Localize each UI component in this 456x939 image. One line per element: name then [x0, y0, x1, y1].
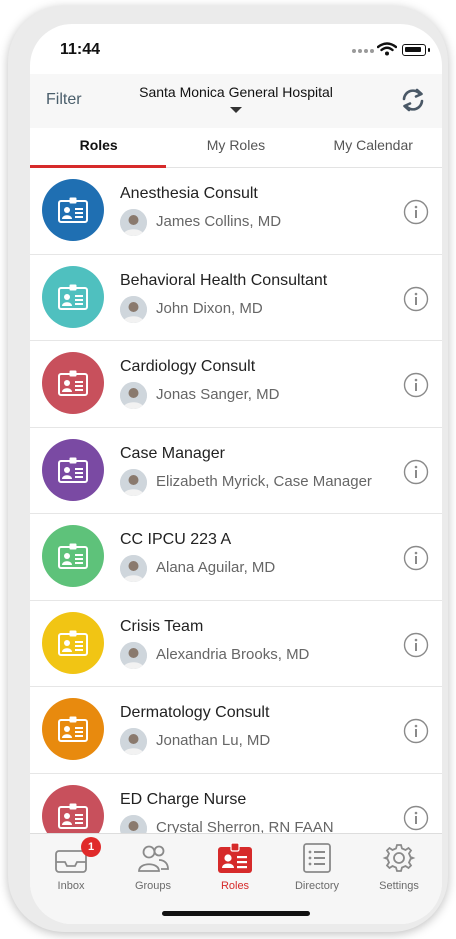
- assignee-name: James Collins, MD: [156, 213, 282, 230]
- inbox-badge: 1: [81, 837, 101, 857]
- role-list-item[interactable]: Anesthesia Consult James Collins, MD: [30, 168, 442, 255]
- role-name: CC IPCU 223 A: [120, 531, 232, 548]
- role-list: Anesthesia Consult James Collins, MD Beh…: [30, 168, 442, 833]
- role-badge-icon: [42, 611, 104, 674]
- role-name: Crisis Team: [120, 617, 204, 635]
- role-name: Anesthesia Consult: [120, 185, 258, 202]
- segment-tabs: Roles My Roles My Calendar: [30, 128, 442, 168]
- info-icon[interactable]: [403, 199, 429, 225]
- avatar: [120, 814, 147, 833]
- role-name: ED Charge Nurse: [120, 790, 247, 808]
- role-list-item[interactable]: Case Manager Elizabeth Myrick, Case Mana…: [30, 428, 442, 514]
- role-name: Dermatology Consult: [120, 704, 270, 721]
- tab-roles-nav[interactable]: Roles: [194, 838, 276, 894]
- hospital-selector[interactable]: Santa Monica General Hospital: [30, 84, 442, 100]
- assignee-name: Alexandria Brooks, MD: [156, 645, 310, 663]
- assignee-name: Alana Aguilar, MD: [156, 559, 276, 576]
- cellular-signal-icon: [352, 49, 374, 53]
- assignee-name: Crystal Sherron, RN FAAN: [156, 818, 334, 834]
- avatar: [120, 728, 147, 755]
- avatar: [120, 209, 147, 236]
- role-badge-icon: [42, 352, 104, 414]
- status-time: 11:44: [60, 41, 101, 58]
- battery-icon: [402, 44, 426, 56]
- avatar: [120, 555, 147, 582]
- role-badge-icon: [42, 265, 104, 328]
- assignee-name: Jonathan Lu, MD: [156, 732, 271, 749]
- groups-icon: [138, 845, 169, 872]
- phone-frame: 11:44 Filter Santa Monica General Hospit…: [8, 6, 448, 932]
- role-badge-icon: [42, 698, 104, 760]
- tab-settings[interactable]: Settings: [358, 838, 440, 894]
- avatar: [120, 468, 147, 496]
- tab-groups[interactable]: Groups: [112, 838, 194, 894]
- role-list-item[interactable]: CC IPCU 223 A Alana Aguilar, MD: [30, 514, 442, 601]
- info-icon[interactable]: [403, 545, 429, 571]
- refresh-icon[interactable]: [398, 85, 428, 115]
- tab-roles[interactable]: Roles: [30, 128, 167, 168]
- tab-directory-label: Directory: [294, 880, 339, 892]
- tab-directory[interactable]: Directory: [276, 838, 358, 894]
- role-list-item[interactable]: ED Charge Nurse Crystal Sherron, RN FAAN: [30, 774, 442, 834]
- assignee-name: Jonas Sanger, MD: [156, 386, 280, 403]
- wifi-icon: [377, 42, 397, 56]
- battery-cap: [428, 48, 430, 52]
- assignee-name: Elizabeth Myrick, Case Manager: [156, 472, 372, 490]
- app-screen: 11:44 Filter Santa Monica General Hospit…: [30, 24, 442, 924]
- roles-icon: [218, 842, 252, 873]
- role-list-item[interactable]: Behavioral Health Consultant John Dixon,…: [30, 255, 442, 341]
- gear-icon: [382, 844, 416, 872]
- role-name: Behavioral Health Consultant: [120, 271, 328, 289]
- role-list-item[interactable]: Cardiology Consult Jonas Sanger, MD: [30, 341, 442, 428]
- info-icon[interactable]: [403, 459, 429, 485]
- role-list-item[interactable]: Crisis Team Alexandria Brooks, MD: [30, 601, 442, 687]
- info-icon[interactable]: [403, 632, 429, 658]
- status-bar: 11:44: [30, 24, 442, 74]
- role-name: Case Manager: [120, 444, 225, 462]
- chevron-down-icon[interactable]: [230, 107, 242, 113]
- role-name: Cardiology Consult: [120, 358, 256, 375]
- assignee-name: John Dixon, MD: [156, 299, 263, 317]
- tab-settings-label: Settings: [379, 880, 419, 892]
- nav-header: Filter Santa Monica General Hospital: [30, 74, 442, 128]
- role-badge-icon: [42, 525, 104, 587]
- role-badge-icon: [42, 784, 104, 833]
- role-badge-icon: [42, 179, 104, 241]
- info-icon[interactable]: [403, 718, 429, 744]
- directory-icon: [303, 843, 331, 873]
- home-indicator: [162, 911, 310, 916]
- role-list-item[interactable]: Dermatology Consult Jonathan Lu, MD: [30, 687, 442, 774]
- avatar: [120, 641, 147, 669]
- info-icon[interactable]: [403, 372, 429, 398]
- tab-inbox-label: Inbox: [57, 880, 85, 892]
- avatar: [120, 295, 147, 323]
- role-badge-icon: [42, 438, 104, 501]
- tab-roles-nav-label: Roles: [220, 880, 250, 892]
- tab-my-calendar[interactable]: My Calendar: [305, 128, 442, 167]
- info-icon[interactable]: [403, 805, 429, 831]
- bottom-tab-bar: 1 Inbox Groups Roles Directory Settings: [30, 833, 442, 924]
- avatar: [120, 382, 147, 409]
- tab-groups-label: Groups: [134, 880, 172, 892]
- tab-inbox[interactable]: 1 Inbox: [30, 837, 112, 894]
- tab-my-roles[interactable]: My Roles: [167, 128, 304, 167]
- info-icon[interactable]: [403, 286, 429, 312]
